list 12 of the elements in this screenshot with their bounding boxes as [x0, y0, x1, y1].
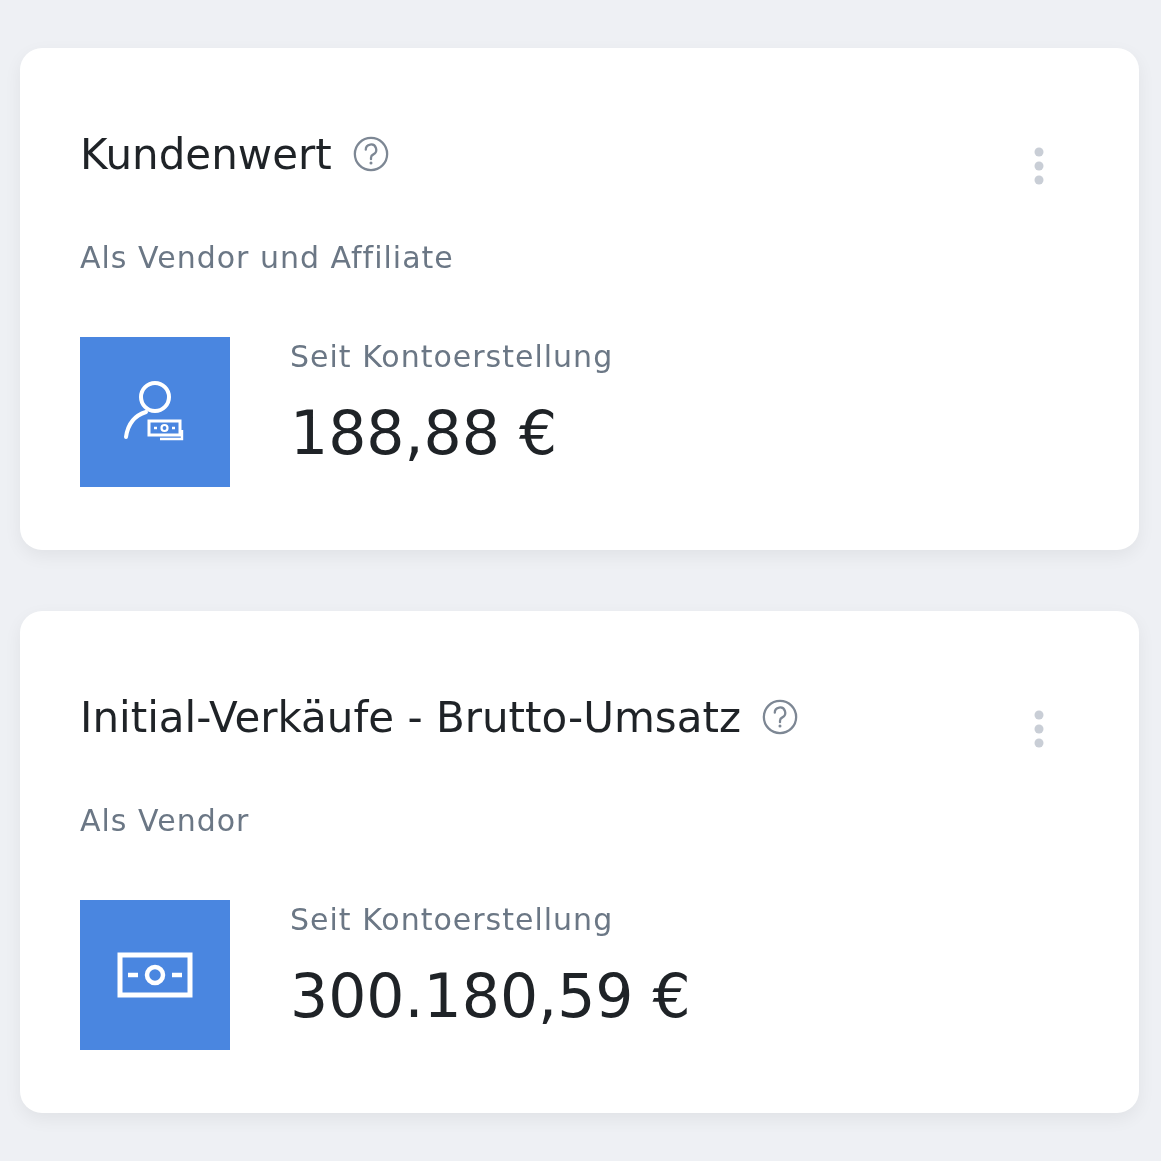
- customer-money-icon: [80, 337, 230, 487]
- amount-value: 188,88 €: [290, 398, 559, 468]
- period-label: Seit Kontoerstellung: [290, 339, 614, 374]
- card-title: Kundenwert: [80, 129, 332, 179]
- period-label: Seit Kontoerstellung: [290, 902, 615, 937]
- banknote-icon: [80, 900, 230, 1050]
- help-icon[interactable]: [760, 698, 799, 736]
- card-title: Initial-Verkäufe - Brutto-Umsatz: [80, 692, 741, 742]
- card-subtitle: Als Vendor und Affiliate: [80, 240, 455, 275]
- amount-value: 300.180,59 €: [290, 961, 691, 1031]
- card-subtitle: Als Vendor: [80, 803, 251, 838]
- help-icon[interactable]: [351, 135, 390, 173]
